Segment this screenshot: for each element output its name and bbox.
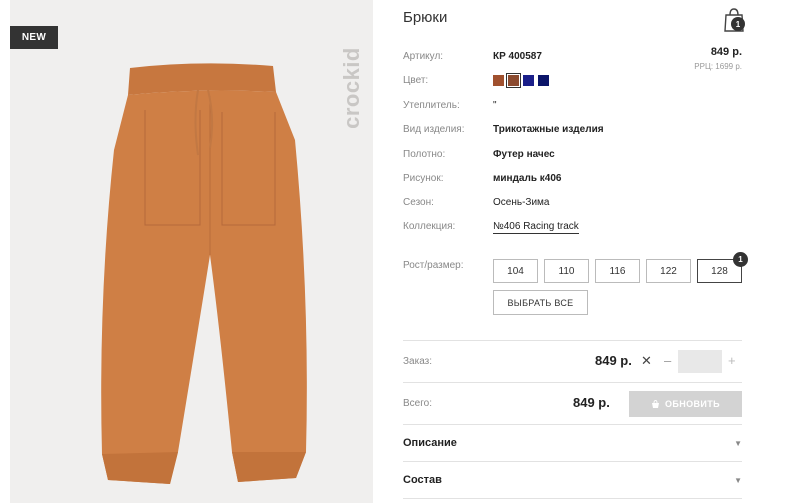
size-option-110[interactable]: 110	[544, 259, 589, 283]
pattern-label: Рисунок:	[403, 173, 444, 184]
times-icon: ✕	[641, 353, 652, 368]
new-badge: NEW	[10, 26, 58, 49]
divider	[403, 461, 742, 462]
accordion-composition[interactable]: Состав ▼	[403, 471, 742, 489]
quantity-increase-button[interactable]: +	[728, 353, 736, 368]
order-price: 849 р.	[595, 353, 632, 368]
divider	[403, 340, 742, 341]
cart-count-badge: 1	[731, 17, 745, 31]
size-label: Рост/размер:	[403, 260, 464, 271]
pants-illustration	[101, 63, 307, 484]
collection-label: Коллекция:	[403, 221, 456, 232]
fabric-value: Футер начес	[493, 149, 555, 160]
brand-watermark: crockid	[339, 18, 364, 158]
product-image[interactable]: NEW crockid	[10, 0, 373, 503]
quantity-input[interactable]	[678, 350, 722, 373]
quantity-decrease-button[interactable]: –	[664, 353, 671, 368]
color-label: Цвет:	[403, 75, 429, 86]
size-count-badge: 1	[733, 252, 748, 267]
total-label: Всего:	[403, 398, 432, 409]
accordion-composition-title: Состав	[403, 474, 442, 486]
size-option-104[interactable]: 104	[493, 259, 538, 283]
size-options: 104 110 116 122 128	[493, 259, 742, 283]
basket-icon	[651, 399, 659, 408]
size-option-122[interactable]: 122	[646, 259, 691, 283]
color-swatch[interactable]	[493, 75, 504, 86]
brand-text: crockid	[339, 47, 364, 129]
color-swatch[interactable]	[523, 75, 534, 86]
accordion-description[interactable]: Описание ▼	[403, 434, 742, 452]
collection-link[interactable]: №406 Racing track	[493, 221, 579, 234]
article-label: Артикул:	[403, 51, 444, 62]
order-label: Заказ:	[403, 356, 433, 367]
season-value: Осень-Зима	[493, 197, 550, 208]
chevron-down-icon: ▼	[734, 438, 742, 448]
price: 849 р.	[710, 46, 742, 58]
total-price: 849 р.	[573, 395, 610, 410]
divider	[403, 498, 742, 499]
select-all-button[interactable]: ВЫБРАТЬ ВСЕ	[493, 290, 588, 315]
size-option-116[interactable]: 116	[595, 259, 640, 283]
pattern-value: миндаль к406	[493, 173, 562, 184]
insulation-label: Утеплитель:	[403, 100, 460, 111]
article-value: КР 400587	[493, 51, 542, 62]
chevron-down-icon: ▼	[734, 475, 742, 485]
update-button-label: ОБНОВИТЬ	[664, 399, 721, 409]
season-label: Сезон:	[403, 197, 434, 208]
color-swatch[interactable]	[538, 75, 549, 86]
color-swatches	[493, 73, 549, 88]
fabric-label: Полотно:	[403, 149, 446, 160]
insulation-value: "	[493, 100, 497, 111]
divider	[403, 424, 742, 425]
product-title: Брюки	[403, 9, 448, 26]
accordion-description-title: Описание	[403, 437, 457, 449]
color-swatch-selected[interactable]	[506, 73, 521, 88]
rrc-price: РРЦ: 1699 р.	[694, 62, 742, 71]
product-type-label: Вид изделия:	[403, 124, 465, 135]
product-type-value: Трикотажные изделия	[493, 124, 604, 135]
update-button[interactable]: ОБНОВИТЬ	[629, 391, 742, 417]
divider	[403, 382, 742, 383]
